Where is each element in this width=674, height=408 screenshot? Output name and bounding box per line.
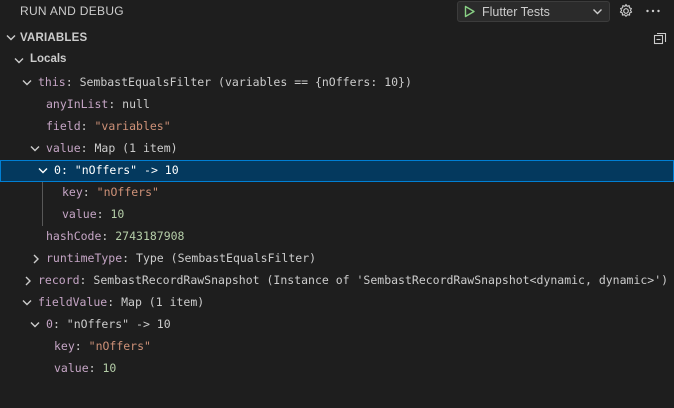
variable-name: key <box>62 185 83 199</box>
chevron-down-icon <box>22 300 32 306</box>
variable-name: value <box>46 141 81 155</box>
chevron-down-icon <box>14 58 24 64</box>
separator: : <box>107 295 122 309</box>
separator: : <box>80 141 95 155</box>
separator: : <box>88 361 103 375</box>
variable-value: Map (1 item) <box>121 295 205 309</box>
variable-row-map-entry[interactable]: 0: "nOffers" -> 10 <box>0 314 674 336</box>
variable-name: anyInList <box>46 97 109 111</box>
chevron-down-icon <box>30 146 40 152</box>
variable-name: hashCode <box>46 229 102 243</box>
collapse-all-icon[interactable] <box>653 32 667 46</box>
variable-row-key[interactable]: key: "nOffers" <box>0 182 674 204</box>
debug-configuration-select[interactable]: Flutter Tests <box>457 1 610 22</box>
chevron-down-icon <box>593 9 602 15</box>
variable-value: 10 <box>102 361 117 375</box>
variable-name: fieldValue <box>38 295 108 309</box>
variable-row-value-number[interactable]: value: 10 <box>0 358 674 380</box>
variable-name: 0 <box>46 317 53 331</box>
variable-row-map-entry-selected[interactable]: 0: "nOffers" -> 10 <box>0 160 674 182</box>
separator: : <box>65 75 80 89</box>
separator: : <box>52 317 67 331</box>
variables-section-header[interactable]: VARIABLES <box>0 28 674 50</box>
section-title: VARIABLES <box>20 32 88 44</box>
gear-icon[interactable] <box>618 3 634 19</box>
variable-row-value-number[interactable]: value: 10 <box>0 204 674 226</box>
variable-name: 0 <box>54 163 61 177</box>
variable-value: 2743187908 <box>115 229 185 243</box>
variable-row-field[interactable]: field: "variables" <box>0 116 674 138</box>
play-icon[interactable] <box>463 5 476 18</box>
variable-row-key[interactable]: key: "nOffers" <box>0 336 674 358</box>
scope-label: Locals <box>30 53 67 65</box>
variable-value: "nOffers" -> 10 <box>74 163 179 177</box>
separator: : <box>74 339 89 353</box>
variable-value: null <box>122 97 150 111</box>
variable-row-runtimetype[interactable]: runtimeType: Type (SembastEqualsFilter) <box>0 248 674 270</box>
run-and-debug-header: RUN AND DEBUG Flutter Tests <box>0 0 674 24</box>
separator: : <box>60 163 75 177</box>
chevron-down-icon <box>6 35 16 41</box>
separator: : <box>101 229 116 243</box>
separator: : <box>108 97 123 111</box>
variable-name: value <box>62 207 97 221</box>
variable-value: "nOffers" <box>88 339 151 353</box>
variable-row-this[interactable]: this: SembastEqualsFilter (variables == … <box>0 72 674 94</box>
variable-row-record[interactable]: record: SembastRecordRawSnapshot (Instan… <box>0 270 674 292</box>
variable-row-value[interactable]: value: Map (1 item) <box>0 138 674 160</box>
variable-row-hashcode[interactable]: hashCode: 2743187908 <box>0 226 674 248</box>
chevron-down-icon <box>22 80 32 86</box>
separator: : <box>79 273 94 287</box>
separator: : <box>82 185 97 199</box>
variable-value: SembastEqualsFilter (variables == {nOffe… <box>79 75 412 89</box>
chevron-down-icon <box>38 168 48 174</box>
more-actions-icon[interactable] <box>644 3 662 19</box>
variable-name: key <box>54 339 75 353</box>
variable-name: record <box>38 273 80 287</box>
separator: : <box>96 207 111 221</box>
chevron-right-icon <box>33 254 39 264</box>
variable-value: "variables" <box>94 119 171 133</box>
configuration-label: Flutter Tests <box>482 5 550 19</box>
view-title: RUN AND DEBUG <box>20 4 124 18</box>
variable-name: value <box>54 361 89 375</box>
chevron-down-icon <box>30 322 40 328</box>
variable-name: runtimeType <box>46 251 123 265</box>
separator: : <box>80 119 95 133</box>
variable-value: "nOffers" <box>96 185 159 199</box>
variable-value: Type (SembastEqualsFilter) <box>136 251 317 265</box>
variable-name: this <box>38 75 66 89</box>
separator: : <box>122 251 137 265</box>
variable-row-anyinlist[interactable]: anyInList: null <box>0 94 674 116</box>
variable-value: "nOffers" -> 10 <box>66 317 171 331</box>
variable-name: field <box>46 119 81 133</box>
scope-locals[interactable]: Locals <box>0 50 674 72</box>
variable-value: Map (1 item) <box>94 141 178 155</box>
chevron-right-icon <box>25 276 31 286</box>
variable-value: 10 <box>110 207 125 221</box>
variable-row-fieldvalue[interactable]: fieldValue: Map (1 item) <box>0 292 674 314</box>
variable-value: SembastRecordRawSnapshot (Instance of 'S… <box>93 273 669 287</box>
